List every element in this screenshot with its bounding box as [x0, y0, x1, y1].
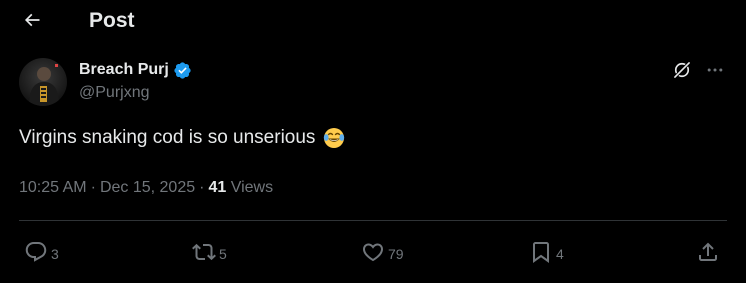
- author-name[interactable]: Breach Purj: [79, 61, 169, 79]
- action-bar: 3 5 79 4: [0, 236, 746, 272]
- post-timestamp-link[interactable]: 10:25 AM · Dec 15, 2025: [19, 179, 195, 196]
- author-handle[interactable]: @Purjxng: [79, 84, 150, 102]
- like-button[interactable]: 79: [361, 241, 404, 267]
- divider: [19, 220, 727, 221]
- arrow-left-icon: [22, 10, 42, 35]
- reply-count: 3: [51, 246, 59, 262]
- avatar[interactable]: [19, 58, 67, 106]
- top-bar: Post: [0, 0, 746, 44]
- reply-icon: [24, 240, 48, 269]
- page-title: Post: [89, 9, 135, 32]
- more-options-button[interactable]: [702, 59, 728, 85]
- heart-icon: [361, 240, 385, 269]
- bookmark-button[interactable]: 4: [529, 241, 564, 267]
- post-date: Dec 15, 2025: [99, 179, 196, 196]
- verified-badge-icon[interactable]: [173, 61, 192, 80]
- bookmark-count: 4: [556, 246, 564, 262]
- author-name-line: Breach Purj: [79, 59, 192, 81]
- views-count[interactable]: 41: [208, 179, 226, 196]
- grok-button[interactable]: [669, 59, 695, 85]
- back-button[interactable]: [17, 7, 47, 37]
- views-label[interactable]: Views: [231, 179, 273, 196]
- post-text: Virgins snaking cod is so unserious: [19, 124, 346, 152]
- meta-separator: ·: [199, 179, 205, 196]
- repost-icon: [192, 240, 216, 269]
- post-text-content: Virgins snaking cod is so unserious: [19, 127, 316, 148]
- tears-of-joy-emoji-icon: [322, 126, 346, 150]
- post-author: Breach Purj @Purjxng: [0, 54, 746, 110]
- repost-button[interactable]: 5: [192, 241, 227, 267]
- post-time: 10:25 AM: [19, 179, 87, 196]
- share-button[interactable]: [696, 241, 720, 267]
- post-meta: 10:25 AM · Dec 15, 2025 · 41 Views: [19, 178, 273, 198]
- grok-icon: [672, 60, 692, 85]
- meta-separator: ·: [90, 179, 96, 196]
- like-count: 79: [388, 246, 404, 262]
- bookmark-icon: [529, 240, 553, 269]
- reply-button[interactable]: 3: [24, 241, 59, 267]
- repost-count: 5: [219, 246, 227, 262]
- more-horizontal-icon: [705, 60, 725, 85]
- share-icon: [696, 240, 720, 269]
